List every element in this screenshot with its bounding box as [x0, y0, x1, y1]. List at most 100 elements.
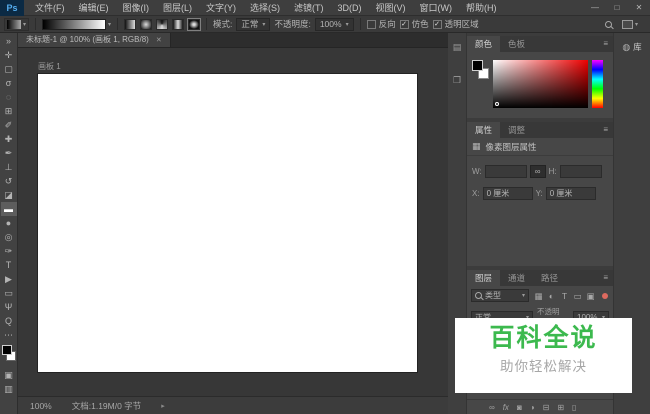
character-panel-icon[interactable]: ❐	[453, 75, 461, 86]
libraries-label: 库	[633, 41, 642, 53]
foreground-color-swatch[interactable]	[472, 60, 483, 71]
tab-color[interactable]: 颜色	[467, 36, 500, 52]
menu-item[interactable]: 3D(D)	[331, 0, 369, 16]
filter-toggle-icon[interactable]	[602, 293, 608, 299]
quick-mask-icon[interactable]: ▣	[1, 368, 17, 382]
eyedropper-tool[interactable]: ✐	[1, 118, 17, 132]
minimize-icon[interactable]: —	[584, 0, 606, 16]
reflected-gradient-icon[interactable]	[172, 19, 184, 30]
layer-mask-icon[interactable]: ◙	[517, 403, 522, 412]
zoom-level[interactable]: 100%	[30, 401, 52, 411]
panel-menu-icon[interactable]: ≡	[603, 36, 613, 52]
type-tool[interactable]: T	[1, 258, 17, 272]
healing-brush-tool[interactable]: ✚	[1, 132, 17, 146]
lasso-tool[interactable]: σ	[1, 76, 17, 90]
tab-layers[interactable]: 图层	[467, 270, 500, 286]
delete-layer-icon[interactable]: ▯	[572, 403, 576, 412]
eraser-tool[interactable]: ◪	[1, 188, 17, 202]
angle-gradient-icon[interactable]	[156, 19, 168, 30]
collapse-tools-icon[interactable]: »	[1, 34, 17, 48]
hand-tool[interactable]: Ψ	[1, 300, 17, 314]
history-panel-icon[interactable]: ▤	[453, 42, 462, 53]
reverse-checkbox[interactable]: 反向	[367, 18, 396, 30]
diamond-gradient-icon[interactable]	[188, 19, 200, 30]
tab-paths[interactable]: 路径	[533, 270, 566, 286]
blur-tool[interactable]: ●	[1, 216, 17, 230]
chevron-down-icon: ▾	[23, 21, 26, 28]
tool-preset-picker[interactable]: ▾	[4, 18, 29, 31]
shape-tool[interactable]: ▭	[1, 286, 17, 300]
menu-item[interactable]: 图层(L)	[156, 0, 199, 16]
canvas[interactable]	[38, 74, 417, 372]
height-label: H:	[549, 167, 557, 176]
link-layers-icon[interactable]: ∞	[489, 403, 495, 412]
panel-menu-icon[interactable]: ≡	[603, 122, 613, 138]
chevron-down-icon: ▾	[108, 21, 111, 28]
menu-item[interactable]: 滤镜(T)	[287, 0, 331, 16]
menu-item[interactable]: 文字(Y)	[199, 0, 243, 16]
hue-slider[interactable]	[592, 60, 603, 108]
adjustment-layer-icon[interactable]: ◑	[530, 403, 535, 412]
crop-tool[interactable]: ⊞	[1, 104, 17, 118]
clone-stamp-tool[interactable]: ⊥	[1, 160, 17, 174]
edit-toolbar-icon[interactable]: ⋯	[1, 328, 17, 342]
new-group-icon[interactable]: ⊟	[543, 403, 550, 412]
tab-adjustments[interactable]: 调整	[500, 122, 533, 138]
close-icon[interactable]: ✕	[628, 0, 650, 16]
quick-select-tool[interactable]: ◌	[1, 90, 17, 104]
tab-channels[interactable]: 通道	[500, 270, 533, 286]
layer-filter-select[interactable]: 类型 ▾	[471, 289, 529, 302]
transparency-checkbox[interactable]: 透明区域	[433, 18, 479, 30]
radial-gradient-icon[interactable]	[140, 19, 152, 30]
menu-item[interactable]: 图像(I)	[116, 0, 157, 16]
foreground-color-swatch[interactable]	[2, 345, 12, 355]
pen-tool[interactable]: ✑	[1, 244, 17, 258]
menu-item[interactable]: 视图(V)	[369, 0, 413, 16]
screen-mode-icon[interactable]: ▥	[1, 382, 17, 396]
link-dimensions-icon[interactable]: ∞	[530, 165, 546, 178]
menu-item[interactable]: 选择(S)	[243, 0, 287, 16]
status-expand-icon[interactable]: ▸	[161, 402, 165, 410]
artboard-label[interactable]: 画板 1	[38, 61, 61, 72]
x-label: X:	[472, 189, 480, 198]
layer-style-icon[interactable]: fx	[503, 403, 509, 412]
filter-type-layers-icon[interactable]: T	[559, 290, 570, 302]
move-tool[interactable]: ✛	[1, 48, 17, 62]
filter-smart-objects-icon[interactable]: ▣	[585, 290, 596, 302]
y-label: Y:	[536, 189, 543, 198]
panel-menu-icon[interactable]: ≡	[603, 270, 613, 286]
dither-checkbox[interactable]: 仿色	[400, 18, 429, 30]
filter-adjustment-layers-icon[interactable]: ◐	[546, 290, 557, 302]
history-brush-tool[interactable]: ↺	[1, 174, 17, 188]
linear-gradient-icon[interactable]	[124, 19, 136, 30]
gradient-tool[interactable]: ▬	[1, 202, 17, 216]
dodge-tool[interactable]: ◎	[1, 230, 17, 244]
menu-item[interactable]: 窗口(W)	[413, 0, 460, 16]
opacity-select[interactable]: 100% ▾	[315, 18, 354, 31]
height-field[interactable]	[560, 165, 602, 178]
libraries-collapsed-tab[interactable]: ◍ 库	[614, 41, 650, 53]
saturation-brightness-picker[interactable]	[493, 60, 588, 108]
menu-item[interactable]: 文件(F)	[28, 0, 72, 16]
tab-swatches[interactable]: 色板	[500, 36, 533, 52]
brush-tool[interactable]: ✒	[1, 146, 17, 160]
search-icon[interactable]	[605, 21, 612, 28]
menu-item[interactable]: 编辑(E)	[72, 0, 116, 16]
document-tab[interactable]: 未标题-1 @ 100% (画板 1, RGB/8) ✕	[18, 32, 171, 47]
gradient-preview-picker[interactable]: ▾	[42, 19, 111, 30]
path-select-tool[interactable]: ▶	[1, 272, 17, 286]
zoom-tool[interactable]: Q	[1, 314, 17, 328]
width-field[interactable]	[485, 165, 527, 178]
marquee-tool[interactable]: ▢	[1, 62, 17, 76]
tab-properties[interactable]: 属性	[467, 122, 500, 138]
workspace-switcher[interactable]: ▾	[622, 20, 638, 29]
mode-select[interactable]: 正常 ▾	[236, 18, 270, 31]
x-field[interactable]: 0 厘米	[483, 187, 533, 200]
close-tab-icon[interactable]: ✕	[156, 36, 162, 44]
filter-pixel-layers-icon[interactable]: ▦	[533, 290, 544, 302]
filter-shape-layers-icon[interactable]: ▭	[572, 290, 583, 302]
y-field[interactable]: 0 厘米	[546, 187, 596, 200]
maximize-icon[interactable]: □	[606, 0, 628, 16]
new-layer-icon[interactable]: ⊞	[557, 403, 564, 412]
menu-item[interactable]: 帮助(H)	[459, 0, 504, 16]
